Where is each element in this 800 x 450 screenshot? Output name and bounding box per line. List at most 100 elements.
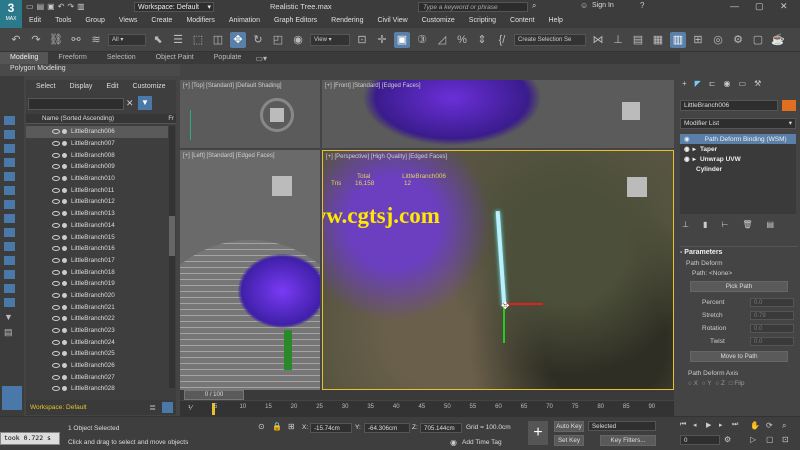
filter-icon[interactable]: ▼ [4,312,15,322]
named-selection-dropdown[interactable]: Create Selection Se [514,33,586,46]
viewport-label-perspective[interactable]: [+] [Perspective] [High Quality] [Edged … [326,154,447,160]
z-coordinate-field[interactable]: 705.144cm [420,423,462,433]
menu-modifiers[interactable]: Modifiers [179,14,221,28]
list-item[interactable]: LittleBranch021 [26,301,168,313]
eye-icon[interactable] [52,374,60,380]
eye-icon[interactable] [52,351,60,357]
isolate-selection-icon[interactable]: ⊙ [258,422,265,431]
list-item[interactable]: LittleBranch020 [26,290,168,302]
eye-icon[interactable] [52,141,60,147]
se-menu-customize[interactable]: Customize [132,83,165,90]
unlink-icon[interactable]: ⚯ [68,32,84,48]
eye-icon[interactable] [52,339,60,345]
expand-icon[interactable]: ▸ [693,155,696,163]
orbit-icon[interactable]: ⟳ [766,421,773,430]
workspace-dropdown[interactable]: Workspace: Default ▾ [134,2,214,12]
eye-icon[interactable] [52,234,60,240]
render-production-icon[interactable]: ☕ [770,32,786,48]
user-icon[interactable]: ☺ [580,1,588,10]
menu-edit[interactable]: Edit [22,14,48,28]
bind-space-warp-icon[interactable]: ≋ [88,32,104,48]
stack-item-taper[interactable]: ◉ ▸ Taper [680,144,796,154]
viewport-layout-icon[interactable] [2,386,22,410]
app-logo[interactable]: 3 MAX [0,0,22,28]
freeze-icon[interactable] [62,269,67,275]
set-key-icon[interactable]: + [528,421,548,445]
zoom-icon[interactable]: ⌕ [782,421,786,431]
snaps-toggle-icon[interactable]: ③ [414,32,430,48]
display-children-icon[interactable] [4,284,15,293]
list-item[interactable]: LittleBranch018 [26,266,168,278]
viewport-perspective[interactable]: [+] [Perspective] [High Quality] [Edged … [322,150,674,390]
time-slider[interactable]: 0 / 100 [180,390,674,400]
display-influences-icon[interactable] [4,298,15,307]
eye-icon[interactable] [52,328,60,334]
remove-modifier-icon[interactable]: 🗑 [742,220,752,229]
redo-icon[interactable]: ↷ [28,32,44,48]
display-tab-icon[interactable]: ▭ [739,79,747,88]
percent-snap-icon[interactable]: % [454,32,470,48]
select-object-icon[interactable]: ⬉ [150,32,166,48]
eye-icon[interactable] [52,246,60,252]
eye-icon[interactable] [52,164,60,170]
eye-icon[interactable] [52,199,60,205]
search-icon[interactable]: ⌕ [532,1,536,11]
maximize-icon[interactable]: ▢ [755,1,764,12]
list-item[interactable]: LittleBranch019 [26,278,168,290]
eye-icon[interactable]: ◉ [684,155,690,163]
viewport-front[interactable]: [+] [Front] [Standard] [Edged Faces] [322,80,674,148]
se-scrollbar-thumb[interactable] [169,216,175,256]
menu-animation[interactable]: Animation [222,14,267,28]
clear-search-icon[interactable]: ✕ [126,98,134,109]
eye-icon[interactable] [52,316,60,322]
freeze-icon[interactable] [62,152,67,158]
show-end-result-icon[interactable]: ▮ [703,220,707,229]
display-cameras-icon[interactable] [4,172,15,181]
pick-path-button[interactable]: Pick Path [690,281,788,292]
eye-icon[interactable] [52,281,60,287]
list-item[interactable]: LittleBranch011 [26,184,168,196]
se-menu-select[interactable]: Select [36,83,55,90]
link-icon[interactable]: ⛓ [48,32,64,48]
time-config-icon[interactable]: ⚙ [724,435,731,444]
key-filters-button[interactable]: Key Filters... [600,435,656,446]
hierarchy-sort-icon[interactable] [162,402,173,413]
display-all-icon[interactable] [4,256,15,265]
se-menu-display[interactable]: Display [69,83,92,90]
rect-selection-icon[interactable]: ⬚ [190,32,206,48]
display-helpers-icon[interactable] [4,186,15,195]
field-of-view-icon[interactable]: ▷ [750,435,756,444]
stack-item-path-deform[interactable]: ◉ Path Deform Binding (WSM) [680,134,796,144]
se-search-field[interactable] [28,98,124,110]
ribbon-tab-selection[interactable]: Selection [97,52,146,64]
schematic-view-icon[interactable]: ⊞ [690,32,706,48]
object-color-swatch[interactable] [782,100,796,111]
pivot-center-icon[interactable]: ⊡ [354,32,370,48]
select-place-icon[interactable]: ◉ [290,32,306,48]
menu-views[interactable]: Views [112,14,145,28]
render-setup-icon[interactable]: ⚙ [730,32,746,48]
layer-icon[interactable]: ▤ [4,327,15,338]
select-manipulate-icon[interactable]: ✛ [374,32,390,48]
modify-tab-icon[interactable]: ◤ [695,79,701,88]
close-icon[interactable]: ✕ [780,1,788,12]
display-geometry-icon[interactable] [4,130,15,139]
viewport-label-top[interactable]: [+] [Top] [Standard] [Default Shading] [183,83,282,89]
expand-icon[interactable]: ▸ [693,145,696,153]
keyboard-shortcut-icon[interactable]: ▣ [394,31,410,48]
edit-named-selection-icon[interactable]: {/ [494,32,510,48]
menu-rendering[interactable]: Rendering [324,14,370,28]
rotation-spinner[interactable]: 0.0 [750,324,794,333]
add-time-tag-button[interactable]: Add Time Tag [462,439,502,446]
list-item[interactable]: LittleBranch007 [26,138,168,150]
ribbon-tab-populate[interactable]: Populate [204,52,252,64]
list-item[interactable]: LittleBranch024 [26,336,168,348]
display-lights-icon[interactable] [4,158,15,167]
list-item[interactable]: LittleBranch017 [26,255,168,267]
se-column-header[interactable]: Name (Sorted Ascending) Fr [26,114,176,124]
make-unique-icon[interactable]: ⊢ [721,220,728,229]
list-item[interactable]: LittleBranch008 [26,149,168,161]
freeze-icon[interactable] [62,222,67,228]
menu-customize[interactable]: Customize [415,14,462,28]
select-by-name-icon[interactable]: ☰ [170,32,186,48]
